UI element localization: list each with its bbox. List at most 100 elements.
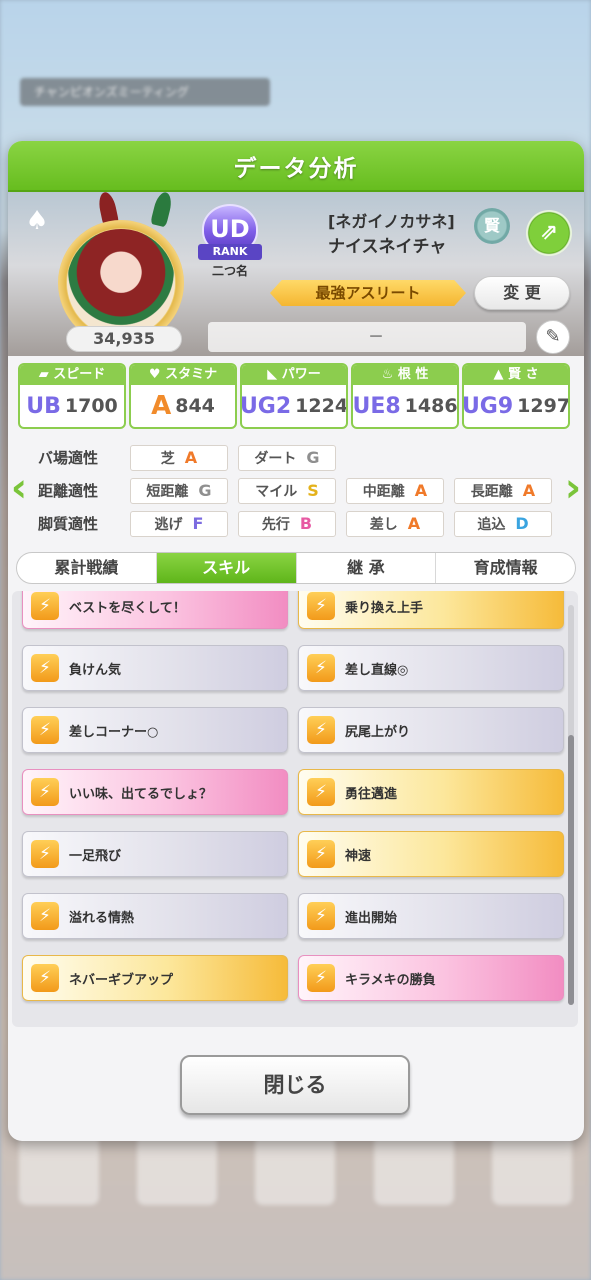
skill-name: 差しコーナー○ bbox=[69, 724, 159, 740]
skill-item[interactable]: ⚡ ネバーギブアップ bbox=[22, 955, 288, 1001]
wisdom-icon: 賢 bbox=[474, 208, 510, 244]
tab-training-info[interactable]: 育成情報 bbox=[436, 553, 575, 583]
skill-name: いい味、出てるでしょ？ bbox=[69, 786, 213, 802]
tab-bar: 累計戦績 スキル 継 承 育成情報 bbox=[16, 552, 576, 584]
style-aptitude-row: 脚質適性 逃げ F 先行 B 差し A 追込 D bbox=[8, 507, 584, 540]
background-menu-item bbox=[491, 1135, 572, 1205]
rank-badge[interactable]: UD RANK 二つ名 bbox=[198, 204, 262, 278]
skill-name: 差し直線◎ bbox=[345, 662, 409, 678]
stat-grade: A bbox=[151, 391, 172, 421]
aptitude-cell: 短距離 G bbox=[130, 477, 228, 504]
skill-item[interactable]: ⚡ 一足飛び bbox=[22, 831, 288, 877]
dialog-title: データ分析 bbox=[8, 141, 584, 192]
aptitude-cell: 芝A bbox=[130, 444, 228, 471]
pencil-icon: ✎ bbox=[545, 326, 561, 347]
stat-value: 1700 bbox=[64, 395, 118, 417]
background-menu bbox=[0, 1130, 591, 1210]
skill-item[interactable]: ⚡ ベストを尽くして！ bbox=[22, 591, 288, 629]
skill-icon: ⚡ bbox=[31, 592, 59, 620]
close-button[interactable]: 閉じる bbox=[180, 1055, 410, 1115]
aptitude-label: バ場適性 bbox=[38, 449, 99, 467]
skill-icon: ⚡ bbox=[31, 716, 59, 744]
mortarboard-icon: ▲ bbox=[493, 367, 508, 382]
stat-speed: ▰ スピード UB 1700 bbox=[18, 363, 126, 429]
skill-item[interactable]: ⚡ 差しコーナー○ bbox=[22, 707, 288, 753]
skill-grid: ⚡ ベストを尽くして！ ⚡ 乗り換え上手 ⚡ 負けん気 ⚡ 差し直線◎ ⚡ 差しコーナー○ ⚡ 尻尾上… bbox=[22, 591, 566, 1001]
edit-comment-button[interactable]: ✎ bbox=[536, 320, 570, 354]
change-button[interactable]: 変 更 bbox=[474, 276, 570, 310]
heart-icon: ♥ bbox=[148, 367, 166, 382]
rank-name: 二つ名 bbox=[211, 264, 248, 278]
tab-skills[interactable]: スキル bbox=[156, 553, 297, 583]
stat-value: 1486 bbox=[404, 395, 458, 417]
skill-name: 神速 bbox=[345, 848, 372, 864]
skill-item[interactable]: ⚡ 差し直線◎ bbox=[298, 645, 564, 691]
stat-label: ♥ スタミナ bbox=[131, 365, 235, 385]
aptitude-cell: 長距離 A bbox=[454, 477, 552, 504]
skill-item[interactable]: ⚡ 負けん気 bbox=[22, 645, 288, 691]
stat-grade: UG9 bbox=[462, 393, 514, 419]
background-menu-item bbox=[373, 1135, 454, 1205]
share-button[interactable]: ⇗ bbox=[526, 210, 572, 256]
skill-name: 乗り換え上手 bbox=[345, 600, 424, 616]
skill-icon: ⚡ bbox=[307, 964, 335, 992]
stat-value: 1297 bbox=[517, 395, 570, 417]
comment-field[interactable]: － bbox=[208, 322, 526, 352]
stat-label: ▲ 賢 さ bbox=[464, 365, 568, 385]
aptitude-cell: マイル S bbox=[238, 477, 336, 504]
stat-power: ◣ パワー UG2 1224 bbox=[240, 363, 348, 429]
skill-icon: ⚡ bbox=[307, 592, 335, 620]
shoe-icon: ▰ bbox=[38, 367, 54, 382]
fan-count: 34,935 bbox=[66, 326, 182, 352]
skill-item[interactable]: ⚡ 神速 bbox=[298, 831, 564, 877]
aptitude-cell: 先行 B bbox=[238, 510, 336, 537]
aptitude-cell: 差し A bbox=[346, 510, 444, 537]
data-analysis-dialog: データ分析 ♠ 34,935 UD RANK 二つ名 [ネガイノカサネ] ナイス… bbox=[8, 141, 584, 1141]
skill-name: ネバーギブアップ bbox=[69, 972, 174, 988]
aptitude-cell: 追込 D bbox=[454, 510, 552, 537]
skill-item[interactable]: ⚡ 尻尾上がり bbox=[298, 707, 564, 753]
stat-grade: UE8 bbox=[352, 393, 401, 419]
scrollbar[interactable] bbox=[568, 605, 574, 1005]
scrollbar-thumb[interactable] bbox=[568, 735, 574, 1005]
stat-guts: ♨ 根 性 UE8 1486 bbox=[351, 363, 459, 429]
stat-value: 1224 bbox=[295, 395, 348, 417]
skill-icon: ⚡ bbox=[31, 778, 59, 806]
share-icon: ⇗ bbox=[539, 220, 559, 245]
avatar bbox=[67, 229, 175, 337]
skill-item[interactable]: ⚡ 乗り換え上手 bbox=[298, 591, 564, 629]
skill-name: 一足飛び bbox=[69, 848, 122, 864]
skill-name: 尻尾上がり bbox=[345, 724, 411, 740]
skill-icon: ⚡ bbox=[31, 902, 59, 930]
skill-list-panel[interactable]: ⚡ ベストを尽くして！ ⚡ 乗り換え上手 ⚡ 負けん気 ⚡ 差し直線◎ ⚡ 差しコーナー○ ⚡ 尻尾上… bbox=[12, 591, 578, 1027]
skill-name: 勇往邁進 bbox=[345, 786, 398, 802]
tab-inheritance[interactable]: 継 承 bbox=[297, 553, 437, 583]
aptitude-cell: 逃げ F bbox=[130, 510, 228, 537]
skill-name: 溢れる情熱 bbox=[69, 910, 135, 926]
tab-record[interactable]: 累計戦績 bbox=[17, 553, 157, 583]
skill-item[interactable]: ⚡ いい味、出てるでしょ？ bbox=[22, 769, 288, 815]
flame-icon: ♨ bbox=[381, 367, 398, 382]
stat-grade: UB bbox=[26, 393, 61, 419]
skill-item[interactable]: ⚡ 溢れる情熱 bbox=[22, 893, 288, 939]
skill-icon: ⚡ bbox=[31, 964, 59, 992]
aptitude-cell: 中距離 A bbox=[346, 477, 444, 504]
aptitude-label: 距離適性 bbox=[38, 482, 99, 500]
skill-icon: ⚡ bbox=[307, 840, 335, 868]
track-aptitude-row: バ場適性 芝A ダート G bbox=[8, 441, 584, 474]
stat-stamina: ♥ スタミナ A 844 bbox=[129, 363, 237, 429]
skill-item[interactable]: ⚡ キラメキの勝負 bbox=[298, 955, 564, 1001]
skill-item[interactable]: ⚡ 勇往邁進 bbox=[298, 769, 564, 815]
skill-name: ベストを尽くして！ bbox=[69, 600, 186, 616]
background-menu-item bbox=[255, 1135, 336, 1205]
stat-label: ◣ パワー bbox=[242, 365, 346, 385]
aptitude-cell: ダート G bbox=[238, 444, 336, 471]
skill-icon: ⚡ bbox=[307, 654, 335, 682]
skill-item[interactable]: ⚡ 進出開始 bbox=[298, 893, 564, 939]
background-menu-item bbox=[19, 1135, 100, 1205]
muscle-icon: ◣ bbox=[267, 367, 282, 382]
skill-icon: ⚡ bbox=[307, 778, 335, 806]
aptitude-section: バ場適性 芝A ダート G 距離適性 短距離 G マイル S 中距離 A 長距離 A 脚質… bbox=[8, 441, 584, 540]
background-menu-item bbox=[137, 1135, 218, 1205]
skill-icon: ⚡ bbox=[31, 840, 59, 868]
